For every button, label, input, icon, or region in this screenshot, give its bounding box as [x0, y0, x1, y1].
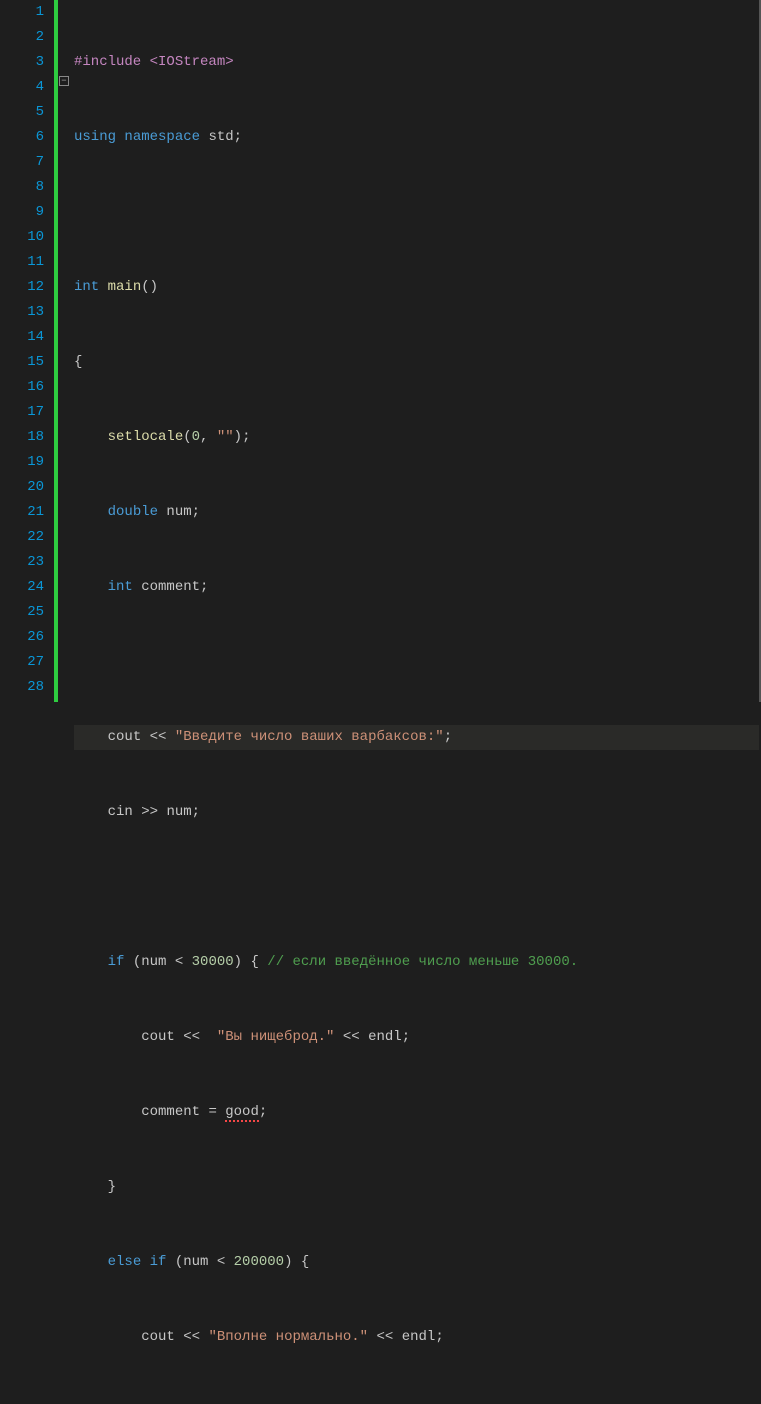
line-number: 21 [0, 500, 44, 525]
line-number: 28 [0, 675, 44, 700]
line-number: 23 [0, 550, 44, 575]
line-number: 18 [0, 425, 44, 450]
code-line[interactable]: else if (num < 200000) { [74, 1250, 759, 1275]
line-number: 26 [0, 625, 44, 650]
code-line[interactable] [74, 650, 759, 675]
code-line[interactable]: double num; [74, 500, 759, 525]
line-number: 27 [0, 650, 44, 675]
line-number: 1 [0, 0, 44, 25]
code-line[interactable]: int main() [74, 275, 759, 300]
line-number: 12 [0, 275, 44, 300]
line-number: 11 [0, 250, 44, 275]
line-number: 17 [0, 400, 44, 425]
line-number: 19 [0, 450, 44, 475]
fold-column[interactable]: − [58, 0, 72, 702]
line-number: 7 [0, 150, 44, 175]
code-line[interactable]: #include <IOStream> [74, 50, 759, 75]
line-number: 9 [0, 200, 44, 225]
line-number: 25 [0, 600, 44, 625]
line-number: 3 [0, 50, 44, 75]
error-underline: good [225, 1104, 259, 1122]
code-line[interactable]: cout << "Вы нищеброд." << endl; [74, 1025, 759, 1050]
code-line[interactable]: using namespace std; [74, 125, 759, 150]
line-number: 14 [0, 325, 44, 350]
line-number: 8 [0, 175, 44, 200]
fold-collapse-icon[interactable]: − [59, 76, 69, 86]
code-line[interactable]: setlocale(0, ""); [74, 425, 759, 450]
code-line[interactable]: comment = 2; [74, 1400, 759, 1404]
line-number: 15 [0, 350, 44, 375]
line-number: 10 [0, 225, 44, 250]
code-line[interactable] [74, 200, 759, 225]
code-area[interactable]: #include <IOStream> using namespace std;… [72, 0, 759, 702]
line-number: 13 [0, 300, 44, 325]
line-number: 5 [0, 100, 44, 125]
line-number-gutter: 1 2 3 4 5 6 7 8 9 10 11 12 13 14 15 16 1… [0, 0, 54, 702]
line-number: 24 [0, 575, 44, 600]
line-number: 22 [0, 525, 44, 550]
code-line[interactable]: int comment; [74, 575, 759, 600]
code-line[interactable]: } [74, 1175, 759, 1200]
code-line[interactable] [74, 875, 759, 900]
line-number: 6 [0, 125, 44, 150]
code-line-highlighted[interactable]: cout << "Введите число ваших варбаксов:"… [74, 725, 759, 750]
line-number: 4 [0, 75, 44, 100]
code-line[interactable]: cin >> num; [74, 800, 759, 825]
line-number: 20 [0, 475, 44, 500]
line-number: 16 [0, 375, 44, 400]
line-number: 2 [0, 25, 44, 50]
code-line[interactable]: if (num < 30000) { // если введённое чис… [74, 950, 759, 975]
code-line[interactable]: { [74, 350, 759, 375]
code-line[interactable]: comment = good; [74, 1100, 759, 1125]
code-line[interactable]: cout << "Вполне нормально." << endl; [74, 1325, 759, 1350]
code-editor[interactable]: 1 2 3 4 5 6 7 8 9 10 11 12 13 14 15 16 1… [0, 0, 761, 702]
